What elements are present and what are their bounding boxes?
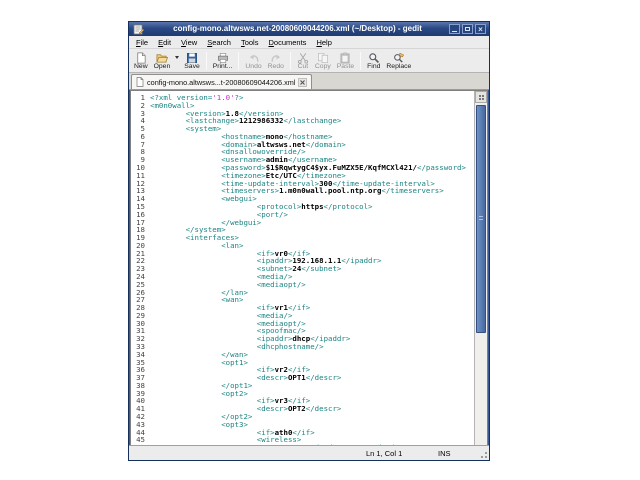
toolbar-copy-button: Copy (312, 50, 334, 71)
undo-icon (248, 51, 260, 63)
toolbar-new-button[interactable]: New (131, 50, 151, 71)
menu-search[interactable]: Search (202, 36, 236, 49)
open-icon (156, 51, 168, 63)
file-icon (136, 77, 144, 87)
toolbar-button-label: Undo (245, 63, 261, 71)
tab-close-icon[interactable] (298, 78, 307, 87)
copy-icon (317, 51, 329, 63)
toolbar-button-label: Copy (315, 63, 331, 71)
menu-help[interactable]: Help (311, 36, 336, 49)
close-icon: × (476, 25, 485, 33)
close-button[interactable]: × (475, 24, 486, 34)
toolbar-paste-button: Paste (334, 50, 357, 71)
toolbar-button-label: Save (184, 63, 200, 71)
scrollbar-grip-icon (479, 216, 483, 222)
toolbar-print-button[interactable]: Print... (210, 50, 236, 71)
toolbar-button-label: Open (154, 63, 171, 71)
code-line[interactable]: <?xml version='1.0'?> (150, 94, 474, 102)
toolbar-save-button[interactable]: Save (181, 50, 203, 71)
toolbar-button-label: Redo (268, 63, 284, 71)
redo-icon (270, 51, 282, 63)
gedit-app-icon (133, 24, 144, 35)
replace-icon (393, 51, 405, 63)
scrollbar-thumb[interactable] (476, 105, 486, 333)
paste-icon (339, 51, 351, 63)
toolbar-replace-button[interactable]: Replace (383, 50, 414, 71)
window-controls: × (449, 24, 486, 34)
cursor-position: Ln 1, Col 1 (366, 449, 402, 458)
tab-label: config-mono.altwsws...t-20080609044206.x… (147, 78, 295, 87)
scrollbar-top-button[interactable] (475, 91, 487, 103)
document-tab[interactable]: config-mono.altwsws...t-20080609044206.x… (131, 74, 312, 89)
menu-bar: FileEditViewSearchToolsDocumentsHelp (129, 36, 489, 49)
save-icon (186, 51, 198, 63)
toolbar-separator (360, 52, 361, 70)
menu-documents[interactable]: Documents (263, 36, 311, 49)
find-icon (368, 51, 380, 63)
toolbar-button-label: New (134, 63, 148, 71)
new-icon (135, 51, 147, 63)
menu-view[interactable]: View (176, 36, 202, 49)
line-number-gutter: 1234567891011121314151617181920212223242… (131, 91, 147, 447)
status-bar: Ln 1, Col 1 INS (129, 445, 489, 460)
toolbar-undo-button: Undo (242, 50, 264, 71)
maximize-button[interactable] (462, 24, 473, 34)
minimize-icon (452, 31, 457, 32)
toolbar-button-label: Replace (386, 63, 411, 71)
editor-area[interactable]: 1234567891011121314151617181920212223242… (130, 90, 488, 448)
print-icon (217, 51, 229, 63)
window-title: config-mono.altwsws.net-20080609044206.x… (146, 22, 449, 36)
desktop-background: config-mono.altwsws.net-20080609044206.x… (0, 0, 640, 480)
open-dropdown-button[interactable] (173, 50, 181, 66)
toolbar: New Open Save Print... Undo Redo Cut Copy Paste F… (129, 49, 489, 73)
code-content[interactable]: <?xml version='1.0'?><m0n0wall> <version… (150, 91, 474, 447)
menu-file[interactable]: File (131, 36, 153, 49)
toolbar-button-label: Find (367, 63, 380, 71)
insert-mode-indicator: INS (438, 449, 451, 458)
toolbar-button-label: Cut (298, 63, 309, 71)
cut-icon (297, 51, 309, 63)
vertical-scrollbar[interactable] (474, 91, 487, 447)
title-bar[interactable]: config-mono.altwsws.net-20080609044206.x… (129, 22, 489, 36)
toolbar-open-button[interactable]: Open (151, 50, 174, 71)
minimize-button[interactable] (449, 24, 460, 34)
menu-edit[interactable]: Edit (153, 36, 176, 49)
tab-bar: config-mono.altwsws...t-20080609044206.x… (129, 73, 489, 90)
maximize-icon (465, 27, 470, 31)
toolbar-button-label: Print... (213, 63, 233, 71)
toolbar-find-button[interactable]: Find (364, 50, 383, 71)
toolbar-button-label: Paste (337, 63, 354, 71)
toolbar-separator (290, 52, 291, 70)
toolbar-cut-button: Cut (294, 50, 312, 71)
toolbar-redo-button: Redo (265, 50, 287, 71)
toolbar-separator (206, 52, 207, 70)
menu-tools[interactable]: Tools (236, 36, 264, 49)
toolbar-separator (238, 52, 239, 70)
gedit-window: config-mono.altwsws.net-20080609044206.x… (128, 21, 490, 461)
resize-grip[interactable] (478, 449, 488, 459)
